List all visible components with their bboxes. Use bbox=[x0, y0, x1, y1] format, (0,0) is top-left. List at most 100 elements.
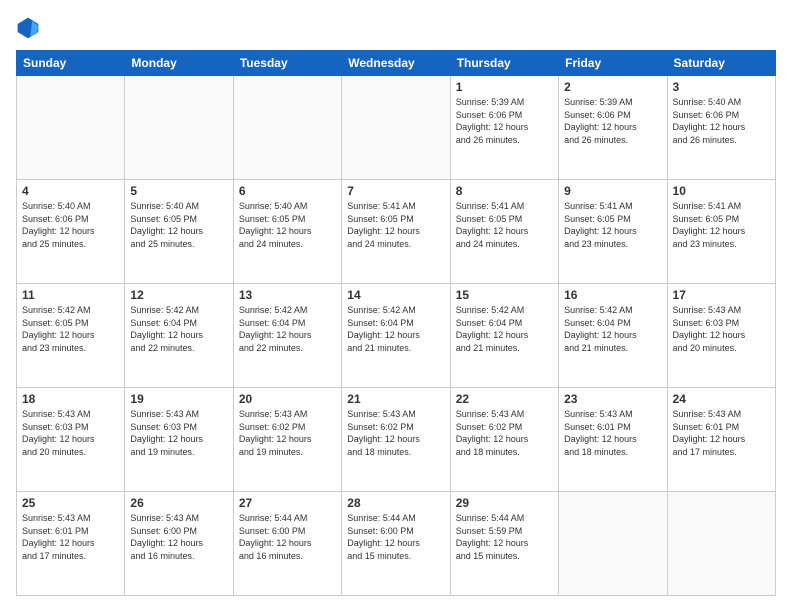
day-info: Sunrise: 5:43 AMSunset: 6:01 PMDaylight:… bbox=[564, 408, 661, 458]
day-header-thursday: Thursday bbox=[450, 51, 558, 76]
day-info: Sunrise: 5:43 AMSunset: 6:01 PMDaylight:… bbox=[22, 512, 119, 562]
day-info: Sunrise: 5:41 AMSunset: 6:05 PMDaylight:… bbox=[564, 200, 661, 250]
day-number: 1 bbox=[456, 80, 553, 94]
calendar-cell: 4Sunrise: 5:40 AMSunset: 6:06 PMDaylight… bbox=[17, 180, 125, 284]
calendar-cell: 29 Sunrise: 5:44 AMSunset: 5:59 PMDayligh… bbox=[450, 492, 558, 596]
day-info: Sunrise: 5:43 AMSunset: 6:01 PMDaylight:… bbox=[673, 408, 770, 458]
day-number: 20 bbox=[239, 392, 336, 406]
calendar-cell: 13 Sunrise: 5:42 AMSunset: 6:04 PMDayligh… bbox=[233, 284, 341, 388]
day-number: 6 bbox=[239, 184, 336, 198]
day-info: Sunrise: 5:39 AMSunset: 6:06 PMDaylight:… bbox=[456, 96, 553, 146]
day-number: 27 bbox=[239, 496, 336, 510]
calendar-cell: 23 Sunrise: 5:43 AMSunset: 6:01 PMDayligh… bbox=[559, 388, 667, 492]
calendar-cell: 12 Sunrise: 5:42 AMSunset: 6:04 PMDayligh… bbox=[125, 284, 233, 388]
day-header-saturday: Saturday bbox=[667, 51, 775, 76]
day-number: 19 bbox=[130, 392, 227, 406]
calendar-cell: 21 Sunrise: 5:43 AMSunset: 6:02 PMDayligh… bbox=[342, 388, 450, 492]
calendar-cell: 27 Sunrise: 5:44 AMSunset: 6:00 PMDayligh… bbox=[233, 492, 341, 596]
day-info: Sunrise: 5:42 AMSunset: 6:04 PMDaylight:… bbox=[564, 304, 661, 354]
calendar-cell: 28 Sunrise: 5:44 AMSunset: 6:00 PMDayligh… bbox=[342, 492, 450, 596]
calendar-cell: 24 Sunrise: 5:43 AMSunset: 6:01 PMDayligh… bbox=[667, 388, 775, 492]
calendar-cell: 1 Sunrise: 5:39 AMSunset: 6:06 PMDaylight… bbox=[450, 76, 558, 180]
day-number: 3 bbox=[673, 80, 770, 94]
day-number: 7 bbox=[347, 184, 444, 198]
day-number: 12 bbox=[130, 288, 227, 302]
day-info: Sunrise: 5:42 AMSunset: 6:04 PMDaylight:… bbox=[456, 304, 553, 354]
calendar-cell: 15 Sunrise: 5:42 AMSunset: 6:04 PMDayligh… bbox=[450, 284, 558, 388]
day-info: Sunrise: 5:44 AMSunset: 6:00 PMDaylight:… bbox=[347, 512, 444, 562]
calendar-cell: 6 Sunrise: 5:40 AMSunset: 6:05 PMDaylight… bbox=[233, 180, 341, 284]
day-number: 23 bbox=[564, 392, 661, 406]
day-info: Sunrise: 5:41 AMSunset: 6:05 PMDaylight:… bbox=[673, 200, 770, 250]
day-info: Sunrise: 5:43 AMSunset: 6:02 PMDaylight:… bbox=[347, 408, 444, 458]
day-number: 18 bbox=[22, 392, 119, 406]
day-number: 28 bbox=[347, 496, 444, 510]
logo bbox=[16, 16, 44, 40]
day-info: Sunrise: 5:42 AMSunset: 6:04 PMDaylight:… bbox=[347, 304, 444, 354]
day-header-tuesday: Tuesday bbox=[233, 51, 341, 76]
logo-icon bbox=[16, 16, 40, 40]
day-number: 8 bbox=[456, 184, 553, 198]
calendar-cell bbox=[342, 76, 450, 180]
calendar-cell: 9 Sunrise: 5:41 AMSunset: 6:05 PMDaylight… bbox=[559, 180, 667, 284]
day-info: Sunrise: 5:40 AMSunset: 6:06 PMDaylight:… bbox=[673, 96, 770, 146]
day-number: 13 bbox=[239, 288, 336, 302]
day-info: Sunrise: 5:40 AMSunset: 6:05 PMDaylight:… bbox=[130, 200, 227, 250]
calendar-cell bbox=[125, 76, 233, 180]
day-info: Sunrise: 5:41 AMSunset: 6:05 PMDaylight:… bbox=[456, 200, 553, 250]
page: SundayMondayTuesdayWednesdayThursdayFrid… bbox=[0, 0, 792, 612]
calendar-cell: 2 Sunrise: 5:39 AMSunset: 6:06 PMDaylight… bbox=[559, 76, 667, 180]
day-number: 22 bbox=[456, 392, 553, 406]
day-info: Sunrise: 5:41 AMSunset: 6:05 PMDaylight:… bbox=[347, 200, 444, 250]
day-number: 4 bbox=[22, 184, 119, 198]
day-number: 21 bbox=[347, 392, 444, 406]
day-info: Sunrise: 5:42 AMSunset: 6:04 PMDaylight:… bbox=[130, 304, 227, 354]
day-number: 14 bbox=[347, 288, 444, 302]
calendar-cell bbox=[667, 492, 775, 596]
day-info: Sunrise: 5:42 AMSunset: 6:04 PMDaylight:… bbox=[239, 304, 336, 354]
calendar-cell: 19 Sunrise: 5:43 AMSunset: 6:03 PMDayligh… bbox=[125, 388, 233, 492]
day-header-friday: Friday bbox=[559, 51, 667, 76]
day-info: Sunrise: 5:43 AMSunset: 6:03 PMDaylight:… bbox=[130, 408, 227, 458]
day-number: 16 bbox=[564, 288, 661, 302]
day-info: Sunrise: 5:44 AMSunset: 5:59 PMDaylight:… bbox=[456, 512, 553, 562]
calendar-cell: 18 Sunrise: 5:43 AMSunset: 6:03 PMDayligh… bbox=[17, 388, 125, 492]
calendar-cell: 8 Sunrise: 5:41 AMSunset: 6:05 PMDaylight… bbox=[450, 180, 558, 284]
day-info: Sunrise: 5:43 AMSunset: 6:03 PMDaylight:… bbox=[22, 408, 119, 458]
calendar-cell: 10 Sunrise: 5:41 AMSunset: 6:05 PMDayligh… bbox=[667, 180, 775, 284]
calendar-cell: 11Sunrise: 5:42 AMSunset: 6:05 PMDayligh… bbox=[17, 284, 125, 388]
day-info: Sunrise: 5:43 AMSunset: 6:03 PMDaylight:… bbox=[673, 304, 770, 354]
calendar-table: SundayMondayTuesdayWednesdayThursdayFrid… bbox=[16, 50, 776, 596]
header bbox=[16, 16, 776, 40]
calendar-cell: 25 Sunrise: 5:43 AMSunset: 6:01 PMDayligh… bbox=[17, 492, 125, 596]
day-number: 15 bbox=[456, 288, 553, 302]
day-info: Sunrise: 5:43 AMSunset: 6:00 PMDaylight:… bbox=[130, 512, 227, 562]
day-number: 11 bbox=[22, 288, 119, 302]
day-info: Sunrise: 5:40 AMSunset: 6:05 PMDaylight:… bbox=[239, 200, 336, 250]
calendar-cell: 7 Sunrise: 5:41 AMSunset: 6:05 PMDaylight… bbox=[342, 180, 450, 284]
day-number: 25 bbox=[22, 496, 119, 510]
calendar-cell: 17 Sunrise: 5:43 AMSunset: 6:03 PMDayligh… bbox=[667, 284, 775, 388]
day-number: 17 bbox=[673, 288, 770, 302]
calendar-cell: 3 Sunrise: 5:40 AMSunset: 6:06 PMDaylight… bbox=[667, 76, 775, 180]
day-header-wednesday: Wednesday bbox=[342, 51, 450, 76]
day-header-monday: Monday bbox=[125, 51, 233, 76]
day-number: 5 bbox=[130, 184, 227, 198]
day-info: Sunrise: 5:43 AMSunset: 6:02 PMDaylight:… bbox=[456, 408, 553, 458]
calendar-cell bbox=[233, 76, 341, 180]
day-number: 10 bbox=[673, 184, 770, 198]
day-number: 9 bbox=[564, 184, 661, 198]
day-header-sunday: Sunday bbox=[17, 51, 125, 76]
day-info: Sunrise: 5:43 AMSunset: 6:02 PMDaylight:… bbox=[239, 408, 336, 458]
day-number: 2 bbox=[564, 80, 661, 94]
calendar-cell: 22 Sunrise: 5:43 AMSunset: 6:02 PMDayligh… bbox=[450, 388, 558, 492]
calendar-cell: 26 Sunrise: 5:43 AMSunset: 6:00 PMDayligh… bbox=[125, 492, 233, 596]
calendar-cell bbox=[17, 76, 125, 180]
day-info: Sunrise: 5:39 AMSunset: 6:06 PMDaylight:… bbox=[564, 96, 661, 146]
day-info: Sunrise: 5:44 AMSunset: 6:00 PMDaylight:… bbox=[239, 512, 336, 562]
day-number: 26 bbox=[130, 496, 227, 510]
day-number: 29 bbox=[456, 496, 553, 510]
calendar-cell: 5 Sunrise: 5:40 AMSunset: 6:05 PMDaylight… bbox=[125, 180, 233, 284]
calendar-cell: 20 Sunrise: 5:43 AMSunset: 6:02 PMDayligh… bbox=[233, 388, 341, 492]
day-number: 24 bbox=[673, 392, 770, 406]
